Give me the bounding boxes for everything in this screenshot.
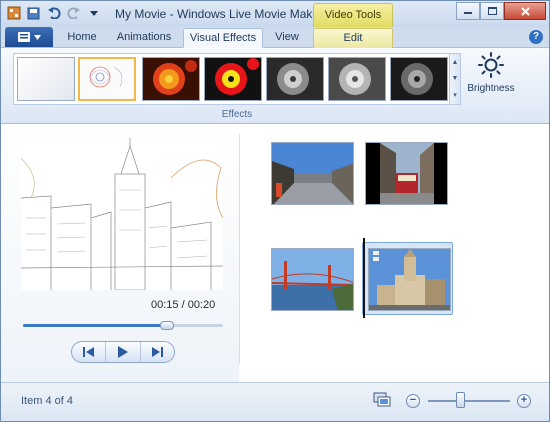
zoom-in-icon[interactable]: + <box>517 394 531 408</box>
brightness-icon <box>478 52 504 78</box>
undo-icon[interactable] <box>45 5 62 21</box>
item-count-status: Item 4 of 4 <box>21 395 73 407</box>
preview-monitor <box>21 138 223 290</box>
golden-gate-thumbnail <box>272 249 353 310</box>
brightness-label: Brightness <box>467 83 515 94</box>
previous-frame-icon <box>82 347 94 357</box>
gallery-scroller: ▲ ▼ ▾ <box>449 54 460 104</box>
clip-street[interactable] <box>271 142 354 205</box>
tab-animations[interactable]: Animations <box>109 28 179 48</box>
edge-flower-thumbnail <box>80 59 134 99</box>
window-controls <box>456 2 546 20</box>
playhead-indicator[interactable] <box>363 238 365 318</box>
status-bar: Item 4 of 4 − + <box>1 382 549 421</box>
effect-black-and-white-dark[interactable] <box>390 57 448 101</box>
save-icon[interactable] <box>25 5 42 21</box>
scroll-down-icon[interactable]: ▼ <box>452 75 459 82</box>
redo-icon[interactable] <box>65 5 82 21</box>
effect-black-and-white[interactable] <box>266 57 324 101</box>
zoom-slider-handle[interactable] <box>455 392 465 408</box>
effect-threshold-red[interactable] <box>204 57 262 101</box>
menu-icon <box>17 32 30 42</box>
gallery-expand-icon[interactable]: ▾ <box>453 91 457 99</box>
chevron-down-icon <box>33 34 41 40</box>
tab-home[interactable]: Home <box>61 28 103 48</box>
edge-church-preview <box>21 138 223 290</box>
pane-divider[interactable] <box>239 134 240 364</box>
title-bar: My Movie - Windows Live Movie Maker Vide… <box>1 1 549 27</box>
next-frame-icon <box>152 347 164 357</box>
preview-pane: 00:15 / 00:20 <box>1 124 239 382</box>
seek-progress <box>23 324 167 327</box>
ribbon-panel: ▲ ▼ ▾ Effects Brightness <box>1 48 549 124</box>
tab-view[interactable]: View <box>267 28 307 48</box>
quick-access-toolbar <box>5 5 102 21</box>
app-icon[interactable] <box>5 5 22 21</box>
scroll-up-icon[interactable]: ▲ <box>452 59 459 66</box>
effect-edge-detection[interactable] <box>78 57 136 101</box>
bw-flower-thumbnail <box>267 58 323 100</box>
clip-golden-gate[interactable] <box>271 248 354 311</box>
storyboard <box>241 124 549 382</box>
church-thumbnail <box>369 249 450 310</box>
zoom-slider-track[interactable] <box>428 400 510 402</box>
effects-gallery: ▲ ▼ ▾ <box>13 53 461 105</box>
minimize-icon[interactable] <box>456 2 480 20</box>
play-button[interactable] <box>105 342 139 362</box>
application-menu-button[interactable] <box>5 27 53 47</box>
brightness-button[interactable]: Brightness <box>464 52 518 104</box>
close-icon[interactable] <box>504 2 546 20</box>
seek-handle[interactable] <box>160 321 174 330</box>
zoom-out-icon[interactable]: − <box>406 394 420 408</box>
effect-black-and-white-light[interactable] <box>328 57 386 101</box>
street-thumbnail <box>272 143 353 204</box>
window-title: My Movie - Windows Live Movie Maker <box>115 7 324 21</box>
cable-car-thumbnail <box>366 143 447 204</box>
effects-group-label: Effects <box>221 109 253 120</box>
seek-bar[interactable] <box>23 321 223 330</box>
bw-light-flower-thumbnail <box>329 58 385 100</box>
customize-icon[interactable] <box>85 5 102 21</box>
tab-visual-effects[interactable]: Visual Effects <box>183 28 263 48</box>
play-icon <box>117 346 128 358</box>
maximize-icon[interactable] <box>480 2 504 20</box>
bw-dark-flower-thumbnail <box>391 58 447 100</box>
main-area: 00:15 / 00:20 <box>1 124 549 382</box>
help-icon[interactable]: ? <box>529 30 543 44</box>
ribbon-tabs: Home Animations Visual Effects View Edit… <box>1 27 549 48</box>
video-tools-context-tab: Video Tools <box>313 3 393 27</box>
monitor-icon[interactable] <box>373 392 391 408</box>
clip-church[interactable] <box>368 248 451 311</box>
red-flower-thumbnail <box>205 58 261 100</box>
previous-frame-button[interactable] <box>72 342 105 362</box>
movie-maker-window: My Movie - Windows Live Movie Maker Vide… <box>0 0 550 422</box>
playback-controls <box>71 341 175 363</box>
clip-cable-car[interactable] <box>365 142 448 205</box>
playback-time: 00:15 / 00:20 <box>151 299 216 311</box>
next-frame-button[interactable] <box>139 342 174 362</box>
tab-edit[interactable]: Edit <box>313 28 393 48</box>
warm-flower-thumbnail <box>143 58 199 100</box>
effect-threshold-warm[interactable] <box>142 57 200 101</box>
effect-none[interactable] <box>17 57 75 101</box>
